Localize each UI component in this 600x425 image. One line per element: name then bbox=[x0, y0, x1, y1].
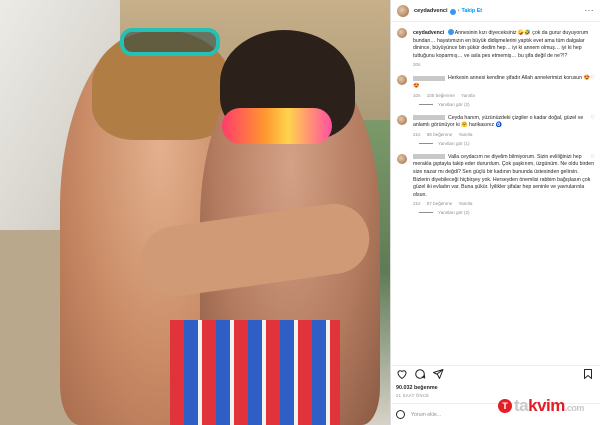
likes-count[interactable]: 90.032 beğenme bbox=[396, 385, 438, 391]
verified-icon bbox=[449, 8, 456, 15]
comment-time: 10s bbox=[413, 92, 421, 98]
comment-likes[interactable]: 58 beğenme bbox=[427, 132, 453, 137]
commenter-avatar[interactable] bbox=[397, 114, 407, 125]
photo-patterned-dress bbox=[170, 320, 340, 425]
view-replies-label: Yanıtları gör (2) bbox=[438, 101, 470, 107]
author-username[interactable]: ceydadvenci bbox=[414, 8, 448, 14]
comment-likes[interactable]: 105 beğenme bbox=[427, 93, 455, 98]
takvim-logo-suffix: kvim bbox=[528, 396, 565, 415]
comment-icon[interactable] bbox=[414, 368, 426, 380]
author-avatar[interactable] bbox=[397, 4, 409, 17]
comment-likes[interactable]: 57 beğenme bbox=[427, 201, 453, 206]
comment-item: Ceyda hanım, yüzünüzdeki çizgiler o kada… bbox=[397, 114, 595, 137]
view-replies-label: Yanıtları gör (1) bbox=[438, 140, 470, 146]
redacted-username bbox=[413, 75, 445, 81]
comment-item: Valla ceydacım ne diyelim bilmiyorum. Si… bbox=[397, 153, 595, 207]
heart-icon[interactable]: ♡ bbox=[591, 154, 595, 160]
caption: ceydadvenci Annesinin kızı diyeceksiniz … bbox=[397, 28, 595, 67]
separator-dot: • bbox=[457, 7, 460, 14]
view-replies[interactable]: Yanıtları gör (2) bbox=[419, 210, 595, 215]
reply-button[interactable]: Yanıtla bbox=[458, 201, 472, 206]
view-replies[interactable]: Yanıtları gör (2) bbox=[419, 102, 595, 107]
heart-icon[interactable] bbox=[396, 368, 408, 380]
takvim-logo-prefix: ta bbox=[514, 396, 529, 415]
share-icon[interactable] bbox=[432, 368, 444, 380]
comment-input[interactable]: Yorum ekle... bbox=[411, 412, 441, 418]
view-replies[interactable]: Yanıtları gör (1) bbox=[419, 141, 595, 146]
comments-list: ceydadvenci Annesinin kızı diyeceksiniz … bbox=[391, 24, 600, 223]
emoji-icon[interactable] bbox=[396, 410, 405, 419]
bookmark-icon[interactable] bbox=[582, 368, 594, 380]
takvim-watermark: T takvim.com bbox=[498, 396, 584, 416]
takvim-logo-text: takvim.com bbox=[514, 396, 584, 416]
comment-time: 21s bbox=[413, 131, 421, 137]
commenter-avatar[interactable] bbox=[397, 75, 407, 86]
reply-button[interactable]: Yanıtla bbox=[458, 132, 472, 137]
follow-button[interactable]: Takip Et bbox=[462, 8, 483, 14]
caption-text: ceydadvenci Annesinin kızı diyeceksiniz … bbox=[413, 28, 595, 60]
comment-time: 21s bbox=[413, 201, 421, 207]
view-replies-label: Yanıtları gör (2) bbox=[438, 210, 470, 216]
post-photo[interactable] bbox=[0, 0, 390, 425]
comment-text: Valla ceydacım ne diyelim bilmiyorum. Si… bbox=[413, 153, 595, 198]
redacted-username bbox=[413, 114, 445, 120]
heart-icon[interactable]: ♡ bbox=[591, 115, 595, 121]
post-header: ceydadvenci • Takip Et ··· bbox=[391, 0, 600, 22]
comment-item: Herkesin annesi kendine şifadır Allah an… bbox=[397, 75, 595, 98]
redacted-username bbox=[413, 153, 445, 159]
heart-icon[interactable]: ♡ bbox=[591, 75, 595, 81]
caption-avatar[interactable] bbox=[397, 28, 407, 38]
more-icon[interactable]: ··· bbox=[585, 6, 595, 15]
photo-sunglasses-rainbow bbox=[222, 108, 332, 144]
takvim-logo-tld: .com bbox=[564, 403, 585, 413]
post-time: 21 SAAT ÖNCE bbox=[396, 393, 430, 398]
post-side-panel: ceydadvenci • Takip Et ··· ceydadvenci A… bbox=[390, 0, 600, 425]
replies-line bbox=[419, 212, 433, 214]
verified-icon bbox=[447, 29, 454, 35]
photo-sunglasses-teal bbox=[120, 28, 220, 56]
commenter-avatar[interactable] bbox=[397, 153, 407, 164]
takvim-logo-icon: T bbox=[498, 399, 512, 413]
action-bar bbox=[390, 365, 600, 381]
replies-line bbox=[419, 103, 433, 105]
reply-button[interactable]: Yanıtla bbox=[461, 93, 475, 98]
caption-username[interactable]: ceydadvenci bbox=[413, 30, 444, 36]
caption-time: 20s bbox=[413, 62, 421, 68]
replies-line bbox=[419, 142, 433, 144]
